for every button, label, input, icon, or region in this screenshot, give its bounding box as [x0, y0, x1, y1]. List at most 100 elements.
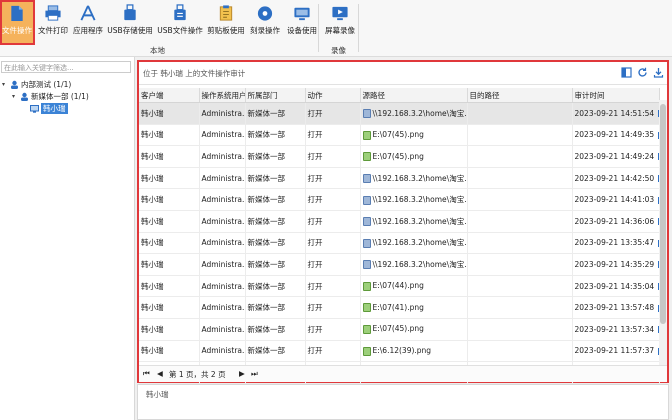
cell-os-user: Administra... — [199, 340, 246, 363]
file-print-button[interactable]: 文件打印 — [36, 0, 70, 44]
table-row[interactable]: 韩小瑞 Administra... 新媒体一部 打开 E:\07(44).png 2023… — [139, 275, 660, 298]
screen-record-icon — [332, 6, 348, 21]
image-file-icon — [362, 346, 371, 356]
first-page-icon[interactable]: ⏮ — [143, 369, 150, 379]
device-usage-button[interactable]: 设备使用 — [284, 0, 320, 44]
cell-department: 新媒体一部 — [245, 318, 306, 341]
cell-department: 新媒体一部 — [245, 210, 306, 233]
source-path-text: E:\07(44).png — [372, 281, 424, 291]
screen-record-button[interactable]: 屏幕录像 — [322, 0, 358, 44]
column-header[interactable]: 审计时间 — [572, 88, 660, 103]
clipboard-button[interactable]: 剪贴板使用 — [206, 0, 246, 44]
cell-dest-path — [467, 167, 573, 190]
cell-source-path: \\192.168.3.2\home\淘宝... — [360, 167, 468, 190]
cell-action: 打开 — [305, 188, 361, 211]
burn-ops-button[interactable]: 刻录操作 — [248, 0, 282, 44]
cell-action: 打开 — [305, 275, 361, 298]
ribbon-button-label: USB存储使用 — [107, 26, 153, 35]
ribbon-button-label: USB文件操作 — [157, 26, 203, 35]
cell-source-path: E:\07(45).png — [360, 318, 468, 341]
app-icon — [80, 5, 96, 21]
last-page-icon[interactable]: ⏭ — [251, 369, 258, 379]
printer-icon — [45, 5, 61, 21]
cell-os-user: Administra... — [199, 318, 246, 341]
collapse-icon[interactable]: ▾ — [2, 81, 10, 88]
table-row[interactable]: 韩小瑞 Administra... 新媒体一部 打开 \\192.168.3.2\hom… — [139, 210, 660, 233]
panel-layout-icon[interactable] — [621, 67, 632, 78]
download-icon[interactable] — [653, 67, 664, 78]
column-header[interactable]: 目的路径 — [467, 88, 573, 103]
cell-department: 新媒体一部 — [245, 340, 306, 363]
source-path-text: \\192.168.3.2\home\淘宝... — [372, 216, 467, 226]
prev-page-icon[interactable]: ◀ — [157, 369, 163, 378]
source-path-text: \\192.168.3.2\home\淘宝... — [372, 259, 467, 269]
collapse-icon[interactable]: ▾ — [12, 93, 20, 100]
cell-action: 打开 — [305, 124, 361, 147]
audit-time-text: 2023-09-21 11:57:37 — [574, 346, 655, 356]
ribbon-button-label: 屏幕录像 — [325, 26, 355, 35]
application-button[interactable]: 应用程序 — [72, 0, 104, 44]
tree-node-internal-test[interactable]: ▾ 内部测试 (1/1) — [2, 79, 71, 90]
cell-os-user: Administra... — [199, 145, 246, 168]
audit-time-text: 2023-09-21 14:36:06 — [574, 216, 655, 226]
table-row[interactable]: 韩小瑞 Administra... 新媒体一部 打开 \\192.168.3.2\hom… — [139, 188, 660, 211]
cell-source-path: E:\07(45).png — [360, 124, 468, 147]
tree-node-user[interactable]: 韩小瑞 — [30, 103, 68, 114]
column-header[interactable]: 客户端 — [139, 88, 200, 103]
page-info: 第 1 页，共 2 页 — [169, 370, 226, 379]
scrollbar-thumb[interactable] — [660, 104, 666, 324]
cell-source-path: \\192.168.3.2\home\淘宝... — [360, 232, 468, 255]
cell-os-user: Administra... — [199, 296, 246, 319]
audit-time-text: 2023-09-21 14:35:04 — [574, 281, 655, 291]
tree-node-new-media[interactable]: ▾ 新媒体一部 (1/1) — [12, 91, 89, 102]
cell-client: 韩小瑞 — [139, 145, 200, 168]
filter-input[interactable]: 在此输入关键字筛选... — [1, 61, 131, 73]
image-file-icon — [362, 281, 371, 291]
source-path-text: \\192.168.3.2\home\淘宝... — [372, 108, 467, 118]
cell-os-user: Administra... — [199, 210, 246, 233]
audit-panel: 位于 韩小瑞 上的文件操作审计 客户端 操作系统用户 所属部门 动作 源路径 目的路径 审计… — [137, 60, 669, 384]
cell-action: 打开 — [305, 102, 361, 125]
cell-audit-time: 2023-09-21 14:35:04 — [572, 275, 660, 298]
group-icon — [11, 80, 18, 89]
table-row[interactable]: 韩小瑞Administra...新媒体一部打开 E:\6.12(39).png 20… — [139, 340, 660, 363]
table-row[interactable]: 韩小瑞 Administra... 新媒体一部 打开 E:\07(45).png 2023… — [139, 124, 660, 147]
column-header[interactable]: 动作 — [305, 88, 361, 103]
cell-source-path: \\192.168.3.2\home\淘宝... — [360, 253, 468, 276]
table-row[interactable]: 韩小瑞 Administra... 新媒体一部 打开 E:\07(45).png 2023… — [139, 145, 660, 168]
usb-storage-button[interactable]: USB存储使用 — [106, 0, 154, 44]
cell-dest-path — [467, 318, 573, 341]
cell-os-user: Administra... — [199, 188, 246, 211]
table-row[interactable]: 韩小瑞 Administra... 新媒体一部 打开 \\192.168.3.2\hom… — [139, 102, 660, 125]
audit-time-text: 2023-09-21 14:49:24 — [574, 151, 655, 161]
cell-os-user: Administra... — [199, 232, 246, 255]
cell-audit-time: 2023-09-21 14:49:24 — [572, 145, 660, 168]
table-row[interactable]: 韩小瑞 Administra... 新媒体一部 打开 E:\07(45).png 2023… — [139, 318, 660, 341]
table-row[interactable]: 韩小瑞 Administra... 新媒体一部 打开 \\192.168.3.2\hom… — [139, 253, 660, 276]
network-file-icon — [362, 260, 371, 270]
ribbon-toolbar: 文件操作 文件打印 应用程序 USB存储使用 USB文件操作 剪贴板使用 刻录操作 设备使用屏… — [0, 0, 672, 57]
cell-client: 韩小瑞 — [139, 102, 200, 125]
audit-time-text: 2023-09-21 14:49:35 — [574, 130, 655, 140]
image-file-icon — [362, 324, 371, 334]
next-page-icon[interactable]: ▶ — [239, 369, 245, 378]
clipboard-icon — [219, 5, 233, 21]
cell-department: 新媒体一部 — [245, 145, 306, 168]
image-file-icon — [362, 130, 371, 140]
column-header[interactable]: 源路径 — [360, 88, 468, 103]
table-row[interactable]: 韩小瑞 Administra... 新媒体一部 打开 \\192.168.3.2\hom… — [139, 167, 660, 190]
usb-file-ops-button[interactable]: USB文件操作 — [156, 0, 204, 44]
table-row[interactable]: 韩小瑞 Administra... 新媒体一部 打开 E:\07(41).png 2023… — [139, 296, 660, 319]
refresh-icon[interactable] — [637, 67, 648, 78]
source-path-text: \\192.168.3.2\home\淘宝... — [372, 195, 467, 205]
usb-file-icon — [174, 4, 186, 21]
cell-source-path: \\192.168.3.2\home\淘宝... — [360, 210, 468, 233]
table-row[interactable]: 韩小瑞 Administra... 新媒体一部 打开 \\192.168.3.2\hom… — [139, 232, 660, 255]
cell-client: 韩小瑞 — [139, 210, 200, 233]
cell-dest-path — [467, 124, 573, 147]
cell-os-user: Administra... — [199, 124, 246, 147]
source-path-text: E:\6.12(39).png — [372, 346, 432, 356]
column-header[interactable]: 所属部门 — [245, 88, 306, 103]
cell-dest-path — [467, 188, 573, 211]
column-header[interactable]: 操作系统用户 — [199, 88, 246, 103]
